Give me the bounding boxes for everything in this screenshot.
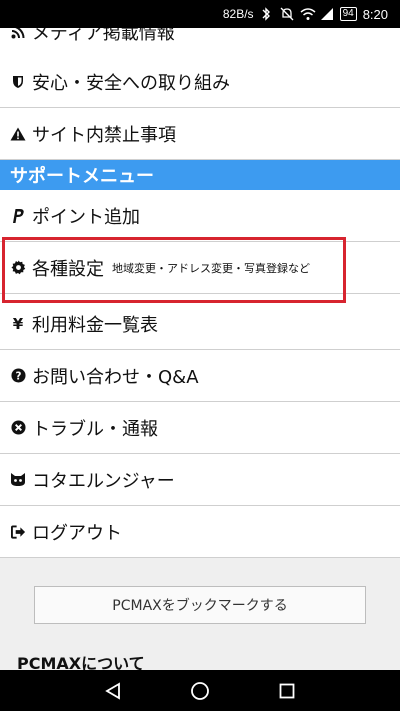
menu-item-label: お問い合わせ・Q&A xyxy=(32,366,199,388)
warning-icon xyxy=(10,126,26,142)
menu-item-label: 安心・安全への取り組み xyxy=(32,72,230,94)
menu-item-kotaeranger[interactable]: コタエルンジャー xyxy=(0,454,400,506)
signal-icon xyxy=(320,7,334,21)
section-header-support: サポートメニュー xyxy=(0,160,400,190)
cat-icon xyxy=(10,472,26,488)
svg-text:?: ? xyxy=(15,370,21,382)
menu-item-label: 利用料金一覧表 xyxy=(32,314,158,336)
menu-item-label: トラブル・通報 xyxy=(32,418,158,440)
menu-item-label: サイト内禁止事項 xyxy=(32,124,176,146)
menu-content: メディア掲載情報 安心・安全への取り組み サイト内禁止事項 サポートメニュー ポ… xyxy=(0,28,400,670)
battery-level: 94 xyxy=(339,7,357,21)
footer-area: PCMAXをブックマークする PCMAXについて xyxy=(0,558,400,670)
mute-icon xyxy=(280,7,294,21)
wifi-icon xyxy=(300,7,316,21)
yen-icon: ¥ xyxy=(12,314,24,333)
status-bar: 82B/s 94 8:20 xyxy=(0,0,400,28)
back-icon[interactable] xyxy=(101,679,125,703)
menu-item-label: 各種設定 xyxy=(32,258,104,280)
bookmark-button[interactable]: PCMAXをブックマークする xyxy=(34,586,366,624)
menu-item-label: コタエルンジャー xyxy=(32,470,175,492)
bluetooth-icon xyxy=(260,7,274,21)
gear-icon xyxy=(10,260,26,276)
menu-item-sublabel: 地域変更・アドレス変更・写真登録など xyxy=(112,261,310,275)
menu-item-contact[interactable]: ? お問い合わせ・Q&A xyxy=(0,350,400,402)
navigation-bar xyxy=(0,670,400,711)
recents-icon[interactable] xyxy=(275,679,299,703)
about-heading: PCMAXについて xyxy=(17,654,145,670)
menu-item-logout[interactable]: ログアウト xyxy=(0,506,400,558)
menu-item-safety[interactable]: 安心・安全への取り組み xyxy=(0,56,400,108)
menu-item-add-points[interactable]: ポイント追加 xyxy=(0,190,400,242)
menu-item-trouble[interactable]: トラブル・通報 xyxy=(0,402,400,454)
home-icon[interactable] xyxy=(188,679,212,703)
shield-icon xyxy=(10,74,26,90)
clock: 8:20 xyxy=(362,6,388,22)
question-icon: ? xyxy=(10,368,26,384)
menu-item-pricing[interactable]: ¥ 利用料金一覧表 xyxy=(0,298,400,350)
menu-item-settings[interactable]: 各種設定 地域変更・アドレス変更・写真登録など xyxy=(0,242,400,294)
menu-item-label: ログアウト xyxy=(32,522,122,544)
menu-item-media[interactable]: メディア掲載情報 xyxy=(0,28,400,58)
network-speed: 82B/s xyxy=(222,7,254,21)
menu-item-prohibited[interactable]: サイト内禁止事項 xyxy=(0,108,400,160)
rss-icon xyxy=(10,28,26,40)
menu-item-label: メディア掲載情報 xyxy=(32,28,175,44)
logout-icon xyxy=(10,524,26,540)
close-circle-icon xyxy=(10,420,26,436)
menu-item-label: ポイント追加 xyxy=(32,206,140,228)
paypal-icon xyxy=(10,208,26,224)
